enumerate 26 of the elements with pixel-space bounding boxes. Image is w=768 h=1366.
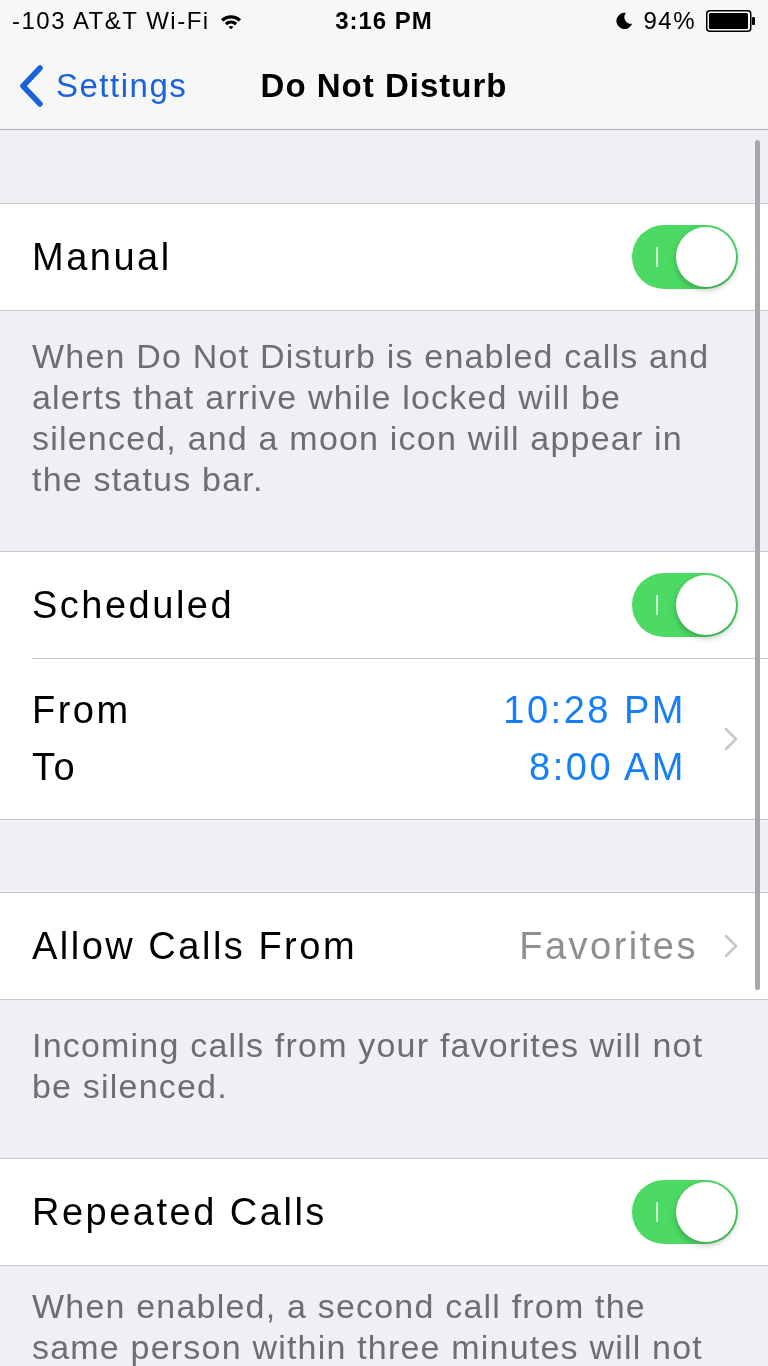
wifi-icon bbox=[219, 12, 242, 30]
toggle-switch[interactable] bbox=[632, 573, 738, 637]
footer-note: When Do Not Disturb is enabled calls and alerts that arrive while locked will be silenced, and a moon icon will appear in the status bar. bbox=[31, 336, 711, 500]
toggle-switch[interactable] bbox=[632, 1180, 738, 1244]
row-label: Scheduled bbox=[32, 582, 235, 628]
battery-icon bbox=[706, 10, 756, 32]
battery-percent: 94% bbox=[643, 6, 696, 36]
from-label: From bbox=[32, 688, 131, 733]
page-title: Do Not Disturb bbox=[260, 65, 508, 106]
status-time: 3:16 PM bbox=[335, 6, 433, 36]
chevron-right-icon bbox=[724, 727, 738, 751]
carrier-signal: -103 AT&T Wi-Fi bbox=[12, 6, 210, 36]
row-label: Manual bbox=[32, 234, 172, 280]
to-label: To bbox=[32, 745, 78, 790]
footer-note: When enabled, a second call from the same person within three minutes will not bbox=[31, 1286, 704, 1366]
row-value[interactable]: Favorites bbox=[519, 917, 698, 975]
row-label: Repeated Calls bbox=[32, 1189, 327, 1235]
moon-icon bbox=[615, 12, 634, 30]
chevron-right-icon bbox=[724, 934, 738, 958]
back-button[interactable]: Settings bbox=[0, 60, 188, 111]
row-label: Allow Calls From bbox=[32, 923, 359, 969]
end-time[interactable]: 8:00 AM bbox=[529, 739, 686, 796]
footer-note: Incoming calls from your favorites will not be silenced. bbox=[31, 1025, 705, 1107]
start-time[interactable]: 10:28 PM bbox=[503, 682, 686, 739]
toggle-switch[interactable] bbox=[632, 225, 738, 289]
chevron-left-icon bbox=[18, 64, 44, 107]
